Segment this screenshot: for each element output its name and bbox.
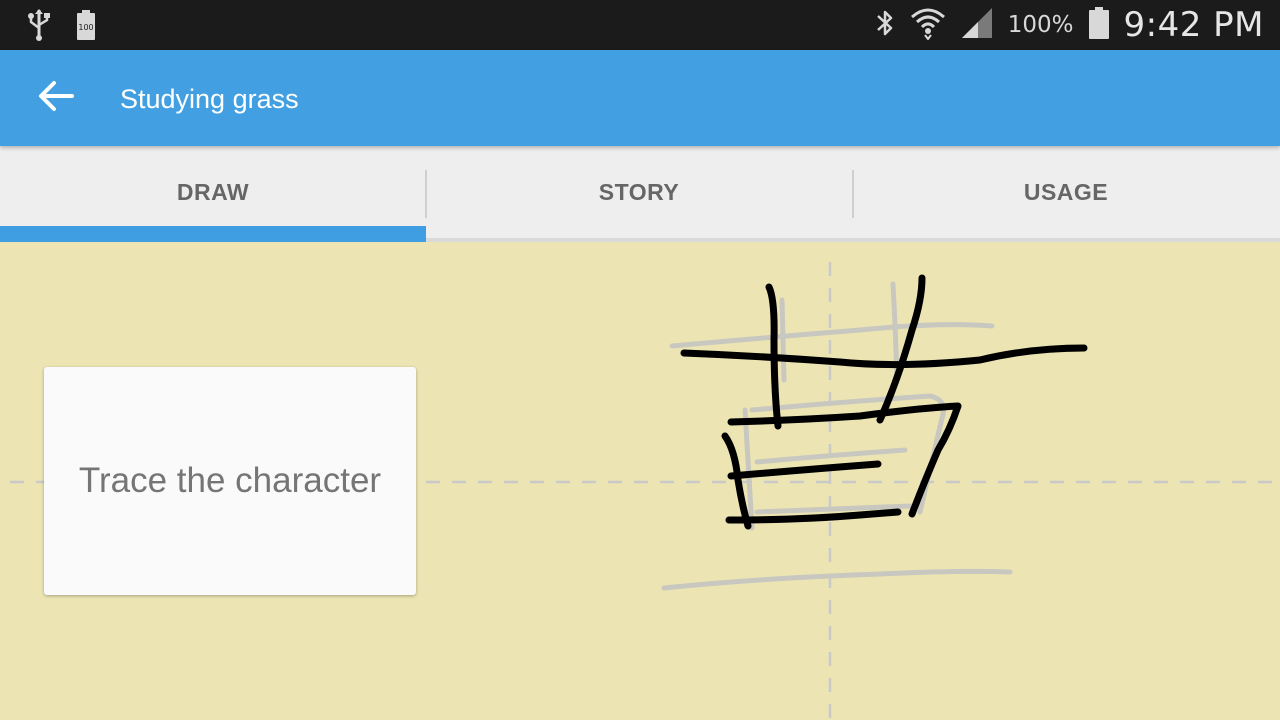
clock: 9:42 PM — [1123, 5, 1264, 45]
signal-icon — [960, 7, 994, 44]
bluetooth-icon — [874, 8, 896, 43]
battery-icon — [1088, 6, 1110, 45]
drawing-canvas[interactable]: Trace the character — [0, 242, 1280, 720]
instruction-text: Trace the character — [78, 461, 382, 500]
battery-percent: 100% — [1007, 12, 1074, 38]
battery-saver-icon: 100 — [76, 9, 96, 46]
status-bar: 100 100% 9:42 PM — [0, 0, 1280, 50]
tab-draw[interactable]: DRAW — [0, 146, 426, 238]
battery-badge-text: 100 — [78, 23, 93, 32]
instruction-card: Trace the character — [44, 367, 416, 595]
tab-story[interactable]: STORY — [426, 146, 852, 238]
user-strokes — [680, 274, 1088, 530]
usb-icon — [26, 8, 52, 47]
app-bar: Studying grass — [0, 50, 1280, 146]
arrow-back-icon — [38, 80, 74, 117]
wifi-icon — [910, 6, 946, 45]
back-button[interactable] — [28, 74, 84, 122]
reference-character — [661, 281, 1013, 591]
page-title: Studying grass — [120, 84, 299, 114]
tab-usage[interactable]: USAGE — [853, 146, 1279, 238]
tab-indicator — [0, 226, 426, 242]
